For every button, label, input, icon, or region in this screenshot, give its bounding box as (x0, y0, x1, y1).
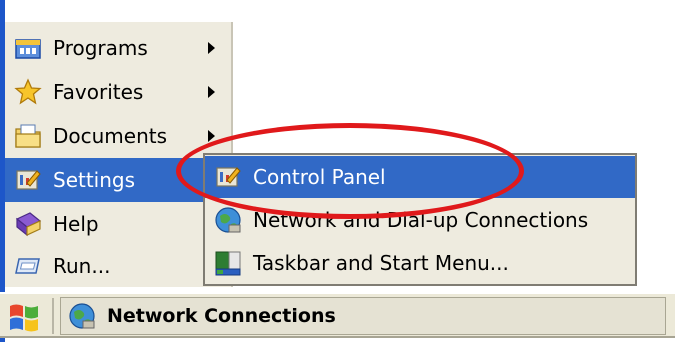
menu-item-label: Favorites (53, 80, 144, 104)
documents-icon (15, 124, 41, 148)
submenu-item-taskbar-start-menu[interactable]: Taskbar and Start Menu... (205, 242, 635, 284)
submenu-arrow-icon (208, 86, 215, 98)
menu-item-help[interactable]: Help (5, 202, 231, 246)
taskbar-icon (215, 251, 241, 276)
menu-item-label: Programs (53, 36, 148, 60)
programs-icon (15, 39, 41, 59)
menu-item-favorites[interactable]: Favorites (5, 70, 231, 114)
run-icon (15, 258, 40, 274)
submenu-arrow-icon (208, 42, 215, 54)
annotation-highlight-ring (176, 123, 524, 219)
menu-item-run[interactable]: Run... (5, 244, 231, 288)
network-connections-icon (69, 303, 95, 329)
windows-flag-icon[interactable] (6, 300, 44, 332)
menu-item-programs[interactable]: Programs (5, 26, 231, 70)
taskbar: Network Connections (0, 292, 675, 338)
taskbar-divider (52, 298, 54, 334)
network-icon (215, 207, 241, 233)
taskbar-window-title: Network Connections (107, 305, 336, 327)
favorites-icon (14, 78, 42, 105)
taskbar-button-network-connections[interactable]: Network Connections (60, 297, 666, 335)
settings-icon (16, 170, 41, 190)
submenu-item-label: Taskbar and Start Menu... (253, 251, 509, 275)
help-icon (15, 212, 42, 237)
menu-item-label: Documents (53, 124, 168, 148)
